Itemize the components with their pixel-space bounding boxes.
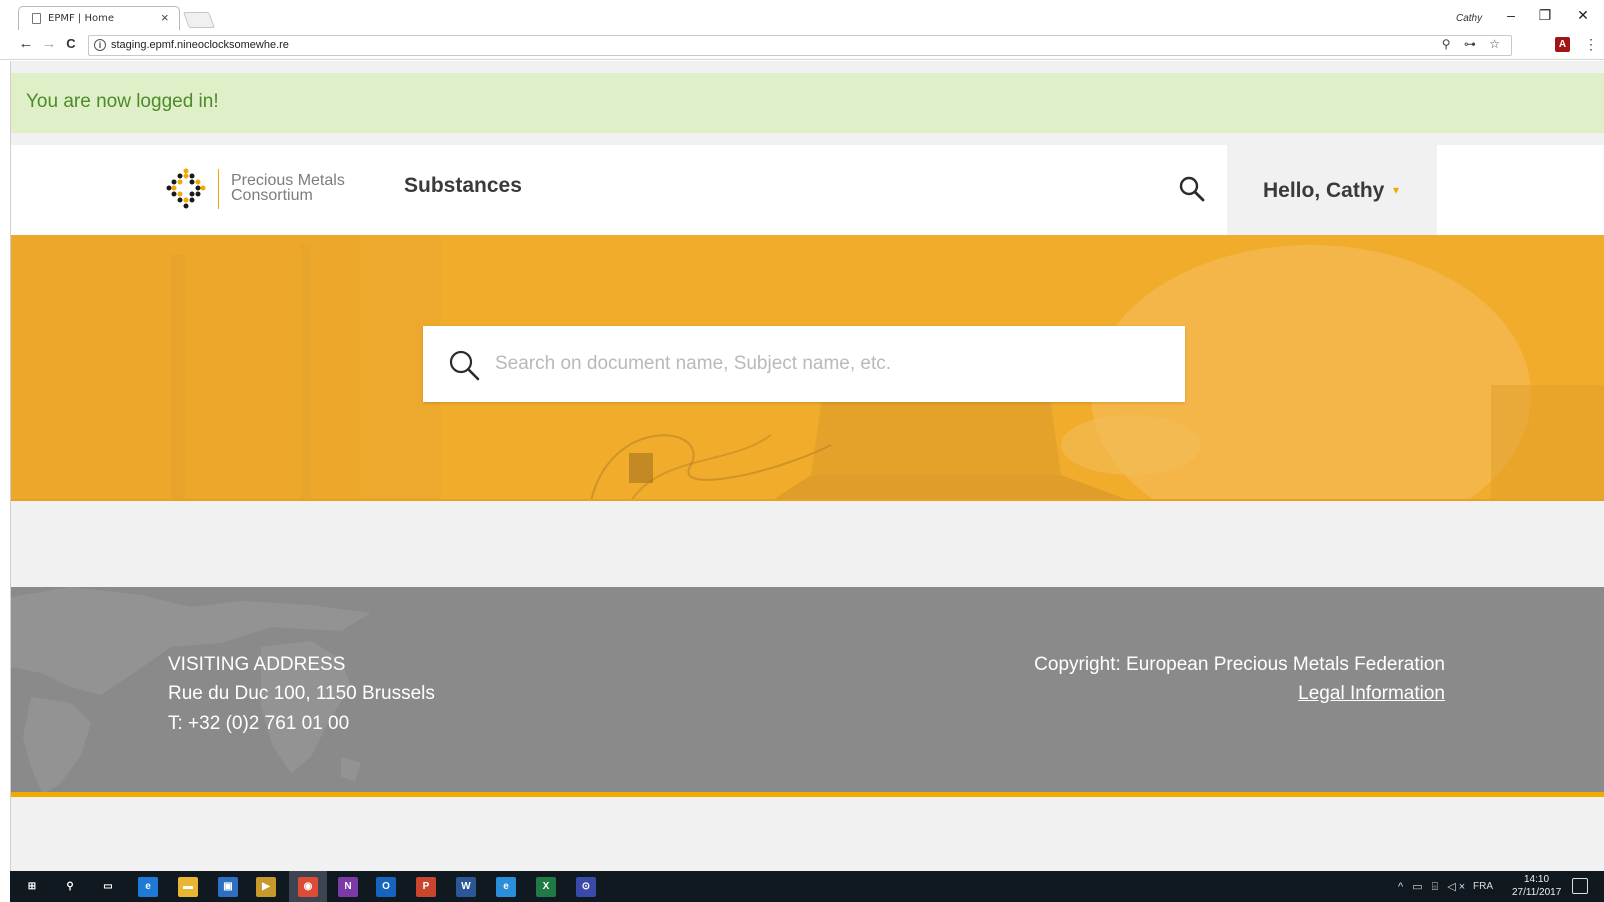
forward-icon[interactable]: → [40,36,58,52]
window-user-name[interactable]: Cathy [1456,13,1482,24]
flash-text: You are now logged in! [26,91,219,112]
windows-taskbar: ⊞ ⚲ ▭ e ▬ ▣ ▶ ◉ N O P We X ⊙ ^ ▭ ⌹ ◁× FRA 14:10 27/11… [10,871,1604,902]
tab-close-icon[interactable]: × [161,11,169,24]
url-text[interactable]: staging.epmf.nineoclocksomewhe.re [111,39,289,51]
chrome-icon[interactable]: ◉ [298,877,318,897]
logo-mark-icon [166,168,206,209]
page-bottom [11,802,1604,871]
user-greeting[interactable]: Hello, Cathy [1263,179,1384,203]
keepass-icon[interactable]: ⊙ [576,877,596,897]
logo-divider [218,169,219,209]
logo-text: Precious Metals Consortium [231,172,345,204]
browser-tab[interactable]: EPMF | Home × [18,6,180,30]
acrobat-extension-icon[interactable]: A [1555,37,1570,52]
search-icon [449,350,480,381]
close-window-button[interactable]: ✕ [1572,7,1594,23]
tab-title: EPMF | Home [48,13,114,24]
screen: EPMF | Home × Cathy – ❐ ✕ ← → C i stagin… [0,0,1604,902]
site-logo[interactable]: Precious Metals Consortium [166,168,366,214]
document-icon [32,13,41,24]
clock-date[interactable]: 27/11/2017 [1512,887,1561,898]
omnibox-icons[interactable]: ⚲ ⊶ ☆ [1442,37,1505,51]
browser-toolbar: ← → C i staging.epmf.nineoclocksomewhe.r… [0,30,1604,60]
restore-button[interactable]: ❐ [1534,7,1556,23]
visiting-address-label: VISITING ADDRESS [168,654,346,675]
content-area [11,501,1604,587]
hero-banner [11,235,1604,501]
edge-icon[interactable]: e [138,877,158,897]
back-icon[interactable]: ← [17,36,35,52]
user-menu[interactable]: Hello, Cathy ▾ [1227,145,1437,235]
reload-icon[interactable]: C [62,36,80,52]
site-footer: VISITING ADDRESS Rue du Duc 100, 1150 Br… [11,587,1604,797]
new-tab-button[interactable] [183,12,215,28]
logo-line-1: Precious Metals [231,172,345,189]
info-icon[interactable]: i [94,39,106,51]
clock-time[interactable]: 14:10 [1524,874,1549,885]
system-tray[interactable]: ^ ▭ ⌹ ◁× [1398,880,1468,894]
site-header: Precious Metals Consortium Substances He… [11,145,1604,235]
search-icon[interactable] [1177,174,1207,204]
excel-icon[interactable]: X [536,877,556,897]
nav-substances[interactable]: Substances [404,174,522,198]
onenote-icon[interactable]: N [338,877,358,897]
word-icon[interactable]: W [456,877,476,897]
phone-number: T: +32 (0)2 761 01 00 [168,713,350,734]
logo-line-2: Consortium [231,187,313,204]
file-explorer-icon[interactable]: ▬ [178,877,198,897]
outlook-icon[interactable]: O [376,877,396,897]
search-icon[interactable]: ⚲ [60,877,80,897]
start-icon[interactable]: ⊞ [22,877,42,897]
internet-explorer-icon[interactable]: e [496,877,516,897]
search-input[interactable] [495,350,1155,378]
store-icon[interactable]: ▣ [218,877,238,897]
flash-message: You are now logged in! [11,73,1604,133]
copyright-text: Copyright: European Precious Metals Fede… [1034,654,1445,675]
powerpoint-icon[interactable]: P [416,877,436,897]
minimize-button[interactable]: – [1500,7,1522,23]
address-bar[interactable]: i staging.epmf.nineoclocksomewhe.re ⚲ ⊶ … [88,35,1512,56]
page-viewport: You are now logged in! Precious Metals C… [10,61,1604,871]
address-line: Rue du Duc 100, 1150 Brussels [168,683,435,704]
app-icon[interactable]: ▶ [256,877,276,897]
legal-information-link[interactable]: Legal Information [1298,683,1445,705]
language-indicator[interactable]: FRA [1473,881,1493,892]
notification-icon[interactable] [1572,878,1588,894]
browser-tabstrip: EPMF | Home × Cathy – ❐ ✕ [0,0,1604,30]
task-view-icon[interactable]: ▭ [98,877,118,897]
browser-menu-icon[interactable]: ⋮ [1584,36,1598,52]
chevron-down-icon[interactable]: ▾ [1393,183,1399,197]
hero-search-box[interactable] [423,326,1185,402]
